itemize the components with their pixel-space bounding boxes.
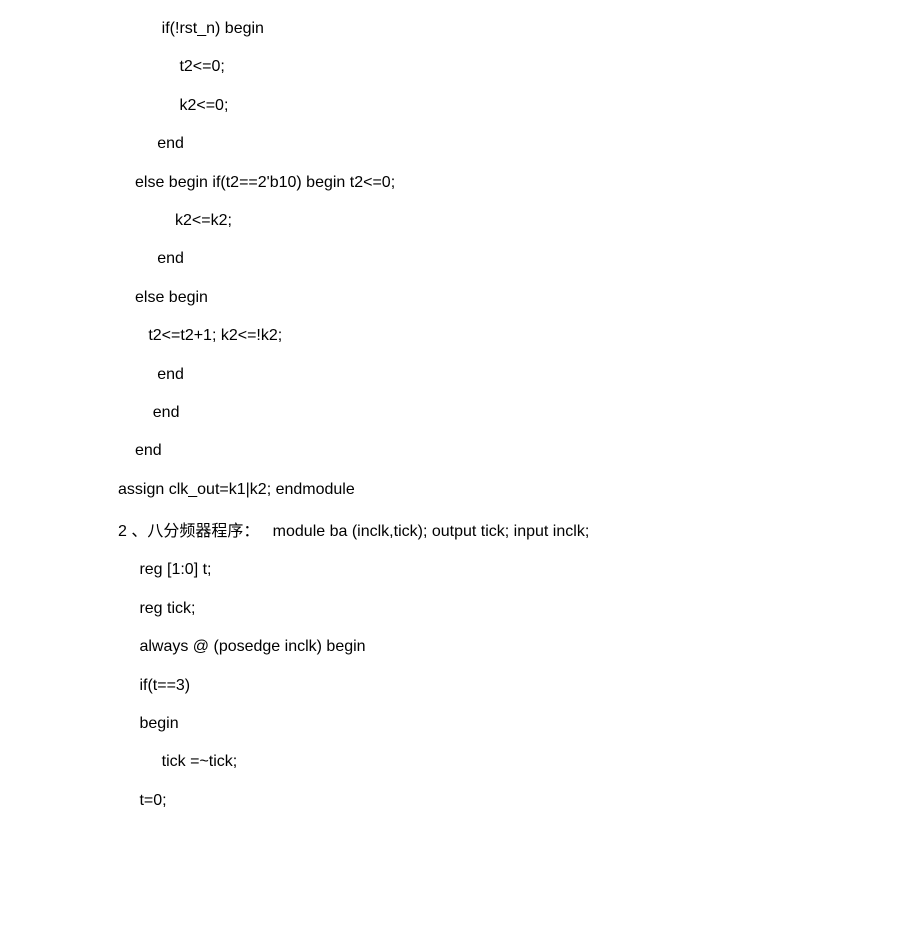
code-line: if(t==3) xyxy=(135,667,920,705)
code-line: if(!rst_n) begin xyxy=(135,10,920,48)
code-line: else begin xyxy=(135,279,920,317)
code-line: always @ (posedge inclk) begin xyxy=(135,628,920,666)
code-line: reg tick; xyxy=(135,590,920,628)
code-line: t2<=t2+1; k2<=!k2; xyxy=(135,317,920,355)
code-line: end xyxy=(135,394,920,432)
code-line: begin xyxy=(135,705,920,743)
code-line: k2<=0; xyxy=(135,87,920,125)
code-line: t=0; xyxy=(135,782,920,820)
code-line: reg [1:0] t; xyxy=(135,551,920,589)
code-line: else begin if(t2==2'b10) begin t2<=0; xyxy=(135,164,920,202)
code-line: tick =~tick; xyxy=(135,743,920,781)
document-page: if(!rst_n) begin t2<=0; k2<=0; end else … xyxy=(0,0,920,820)
code-line: end xyxy=(135,240,920,278)
code-line: end xyxy=(135,432,920,470)
code-line: assign clk_out=k1|k2; endmodule xyxy=(118,471,920,509)
code-line: end xyxy=(135,356,920,394)
section-heading: 2 、八分频器程序： module ba (inclk,tick); outpu… xyxy=(118,513,920,551)
code-line: k2<=k2; xyxy=(135,202,920,240)
code-line: t2<=0; xyxy=(135,48,920,86)
code-line: end xyxy=(135,125,920,163)
